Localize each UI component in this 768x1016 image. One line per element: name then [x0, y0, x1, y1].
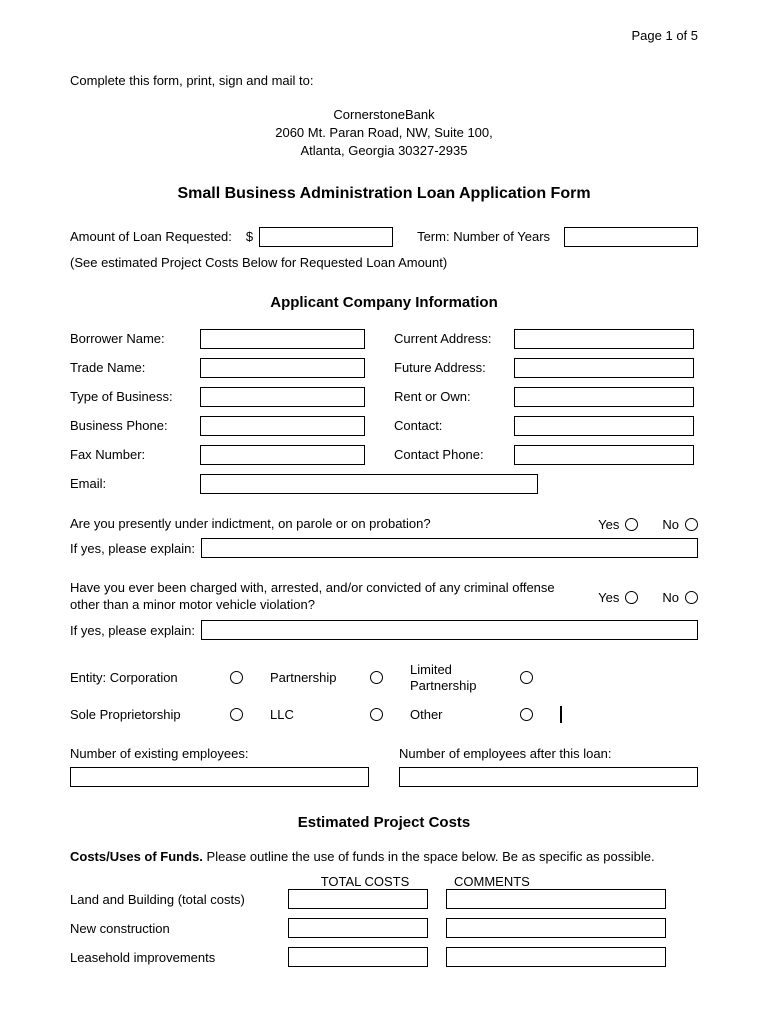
- form-title: Small Business Administration Loan Appli…: [70, 185, 698, 203]
- cost-land-comments-input[interactable]: [446, 889, 666, 909]
- term-input[interactable]: [564, 227, 698, 247]
- cost-leasehold-comments-input[interactable]: [446, 947, 666, 967]
- cost-land-total-input[interactable]: [288, 889, 428, 909]
- employees-existing-label: Number of existing employees:: [70, 746, 369, 761]
- costs-intro: Costs/Uses of Funds. Please outline the …: [70, 849, 698, 864]
- entity-sole-label: Sole Proprietorship: [70, 707, 230, 722]
- q1-explain-input[interactable]: [201, 538, 698, 558]
- entity-limited-label: Limited Partnership: [410, 662, 520, 693]
- email-label: Email:: [70, 476, 200, 491]
- q2-text: Have you ever been charged with, arreste…: [70, 580, 574, 614]
- contact-phone-input[interactable]: [514, 445, 694, 465]
- future-address-input[interactable]: [514, 358, 694, 378]
- future-address-label: Future Address:: [394, 360, 514, 375]
- page-number: Page 1 of 5: [70, 28, 698, 43]
- cost-land-label: Land and Building (total costs): [70, 892, 288, 907]
- entity-llc-label: LLC: [270, 707, 370, 722]
- contact-phone-label: Contact Phone:: [394, 447, 514, 462]
- address-line3: Atlanta, Georgia 30327-2935: [70, 142, 698, 160]
- borrower-name-input[interactable]: [200, 329, 365, 349]
- entity-corporation-label: Entity: Corporation: [70, 670, 230, 685]
- cost-leasehold-label: Leasehold improvements: [70, 950, 288, 965]
- cost-construction-label: New construction: [70, 921, 288, 936]
- q2-yes-radio[interactable]: [625, 591, 638, 604]
- q2-no-radio[interactable]: [685, 591, 698, 604]
- address-line2: 2060 Mt. Paran Road, NW, Suite 100,: [70, 124, 698, 142]
- entity-limited-radio[interactable]: [520, 671, 533, 684]
- q1-no-radio[interactable]: [685, 518, 698, 531]
- contact-input[interactable]: [514, 416, 694, 436]
- bank-address: CornerstoneBank 2060 Mt. Paran Road, NW,…: [70, 106, 698, 161]
- current-address-label: Current Address:: [394, 331, 514, 346]
- q1-yes-radio[interactable]: [625, 518, 638, 531]
- q2-no-label: No: [662, 590, 679, 605]
- cost-construction-comments-input[interactable]: [446, 918, 666, 938]
- entity-sole-radio[interactable]: [230, 708, 243, 721]
- q1-text: Are you presently under indictment, on p…: [70, 516, 574, 533]
- cost-construction-total-input[interactable]: [288, 918, 428, 938]
- type-business-label: Type of Business:: [70, 389, 200, 404]
- entity-partnership-label: Partnership: [270, 670, 370, 685]
- entity-llc-radio[interactable]: [370, 708, 383, 721]
- entity-partnership-radio[interactable]: [370, 671, 383, 684]
- q1-explain-label: If yes, please explain:: [70, 541, 195, 556]
- q1-yes-label: Yes: [598, 517, 619, 532]
- fax-input[interactable]: [200, 445, 365, 465]
- section-costs-title: Estimated Project Costs: [70, 814, 698, 831]
- costs-header-row: TOTAL COSTS COMMENTS: [70, 874, 698, 889]
- amount-input[interactable]: [259, 227, 393, 247]
- contact-label: Contact:: [394, 418, 514, 433]
- entity-other-input[interactable]: [560, 706, 562, 723]
- email-input[interactable]: [200, 474, 538, 494]
- rent-own-label: Rent or Own:: [394, 389, 514, 404]
- loan-amount-row: Amount of Loan Requested: $ Term: Number…: [70, 227, 698, 247]
- total-costs-header: TOTAL COSTS: [288, 874, 442, 889]
- currency-symbol: $: [246, 229, 253, 244]
- q2-yes-label: Yes: [598, 590, 619, 605]
- term-label: Term: Number of Years: [417, 229, 550, 244]
- business-phone-input[interactable]: [200, 416, 365, 436]
- entity-corporation-radio[interactable]: [230, 671, 243, 684]
- comments-header: COMMENTS: [442, 874, 642, 889]
- amount-label: Amount of Loan Requested:: [70, 229, 232, 244]
- employees-existing-input[interactable]: [70, 767, 369, 787]
- trade-name-input[interactable]: [200, 358, 365, 378]
- entity-other-radio[interactable]: [520, 708, 533, 721]
- fax-label: Fax Number:: [70, 447, 200, 462]
- business-phone-label: Business Phone:: [70, 418, 200, 433]
- address-line1: CornerstoneBank: [70, 106, 698, 124]
- employees-after-label: Number of employees after this loan:: [399, 746, 698, 761]
- q2-explain-label: If yes, please explain:: [70, 623, 195, 638]
- rent-own-input[interactable]: [514, 387, 694, 407]
- type-business-input[interactable]: [200, 387, 365, 407]
- entity-other-label: Other: [410, 707, 520, 722]
- q2-explain-input[interactable]: [201, 620, 698, 640]
- employees-after-input[interactable]: [399, 767, 698, 787]
- cost-leasehold-total-input[interactable]: [288, 947, 428, 967]
- borrower-name-label: Borrower Name:: [70, 331, 200, 346]
- mail-instruction: Complete this form, print, sign and mail…: [70, 73, 698, 88]
- q1-no-label: No: [662, 517, 679, 532]
- costs-intro-rest: Please outline the use of funds in the s…: [203, 849, 655, 864]
- section-company-title: Applicant Company Information: [70, 294, 698, 311]
- loan-note: (See estimated Project Costs Below for R…: [70, 255, 698, 270]
- costs-intro-bold: Costs/Uses of Funds.: [70, 849, 203, 864]
- current-address-input[interactable]: [514, 329, 694, 349]
- trade-name-label: Trade Name:: [70, 360, 200, 375]
